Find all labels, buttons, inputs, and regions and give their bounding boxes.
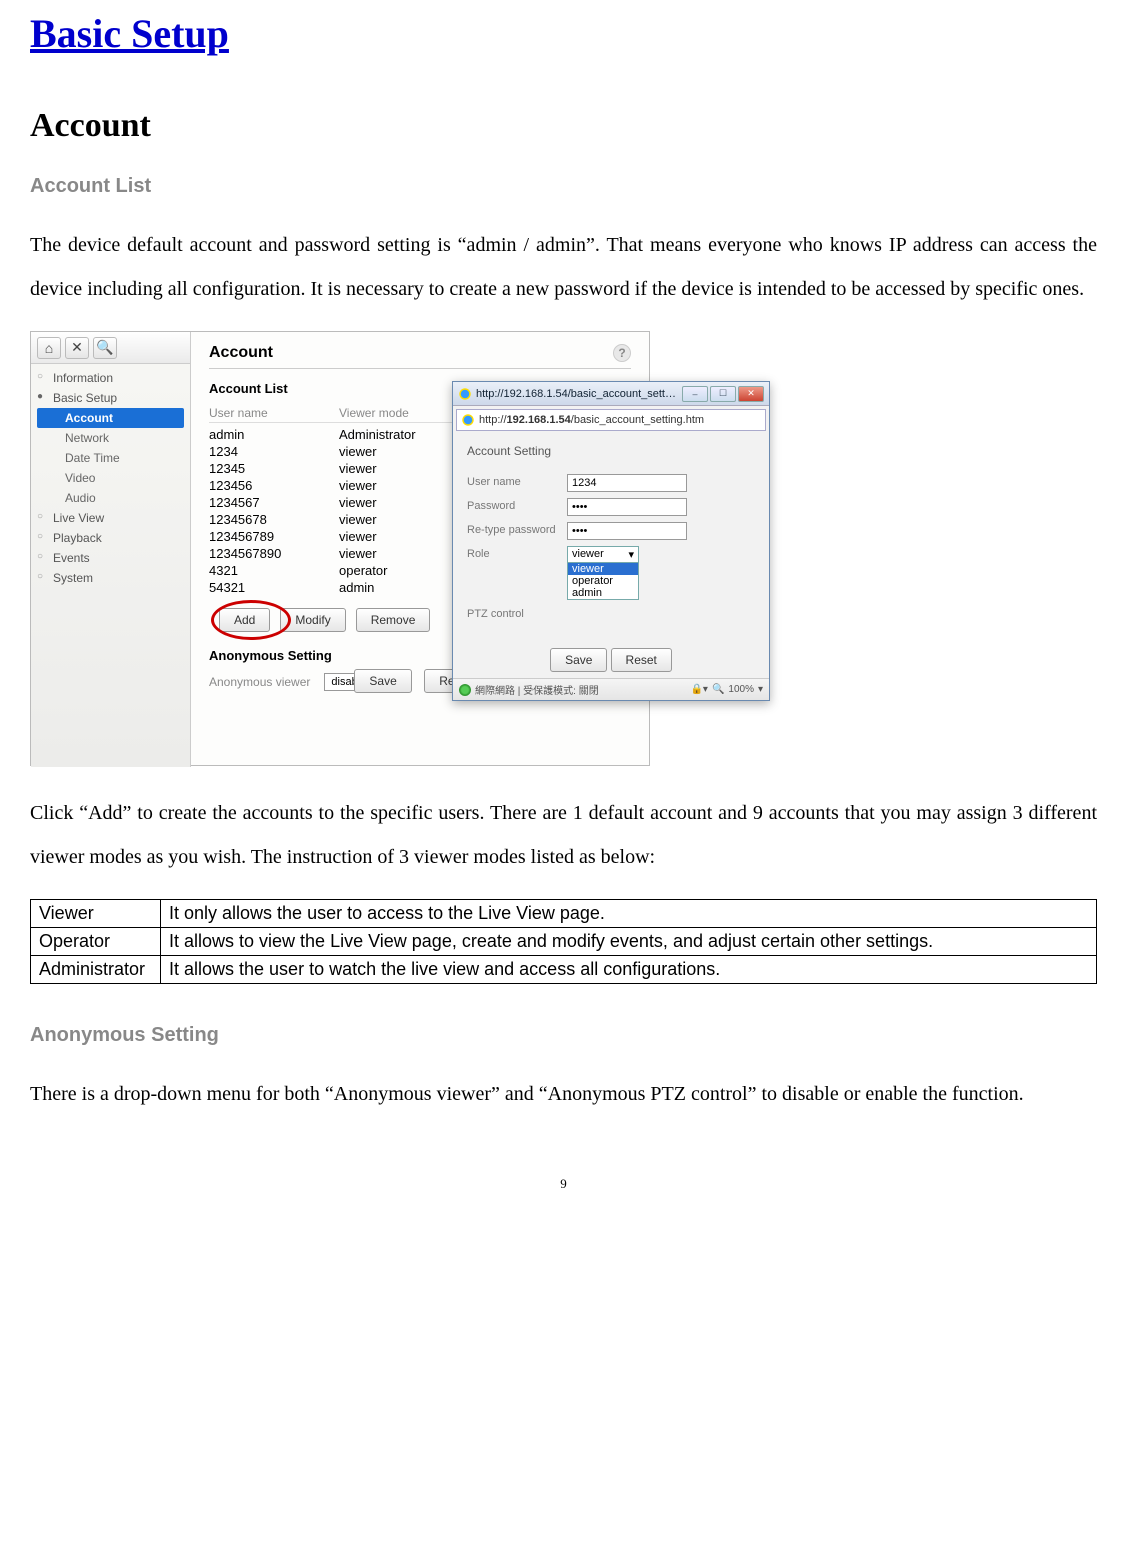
section-heading: Account — [30, 107, 1097, 145]
role-table: Viewer It only allows the user to access… — [30, 899, 1097, 984]
cell-mode: admin — [339, 580, 374, 595]
ptz-label: PTZ control — [467, 606, 567, 620]
cell-mode: viewer — [339, 546, 377, 561]
sidebar-toolbar: ⌂ ✕ 🔍 — [31, 332, 190, 364]
password-label: Password — [467, 498, 567, 512]
chevron-down-icon: ▾ — [628, 548, 634, 561]
role-selected-text: viewer — [572, 548, 604, 561]
subsection-anonymous: Anonymous Setting — [30, 1024, 1097, 1047]
popup-titlebar-text: http://192.168.1.54/basic_account_settin… — [476, 388, 678, 400]
retype-field[interactable]: •••• — [567, 522, 687, 540]
sidebar-item-system[interactable]: System — [31, 568, 190, 588]
col-viewermode: Viewer mode — [339, 406, 409, 420]
sidebar-sub-video[interactable]: Video — [31, 468, 190, 488]
username-field[interactable]: 1234 — [567, 474, 687, 492]
role-option-admin[interactable]: admin — [568, 587, 638, 599]
popup-urlbar[interactable]: http://192.168.1.54/basic_account_settin… — [456, 409, 766, 431]
password-field[interactable]: •••• — [567, 498, 687, 516]
search-icon[interactable]: 🔍 — [93, 337, 117, 359]
chevron-down-icon[interactable]: ▾ — [758, 684, 763, 695]
sidebar-sub-datetime[interactable]: Date Time — [31, 448, 190, 468]
close-icon[interactable]: ✕ — [738, 386, 764, 402]
col-username: User name — [209, 406, 339, 420]
cell-mode: viewer — [339, 495, 377, 510]
page-number: 9 — [30, 1176, 1097, 1192]
sidebar-item-information[interactable]: Information — [31, 368, 190, 388]
page-title: Basic Setup — [30, 10, 1097, 57]
cell-mode: viewer — [339, 512, 377, 527]
screenshot-composite: ⌂ ✕ 🔍 Information Basic Setup Account Ne… — [30, 331, 650, 771]
sidebar-sub-network[interactable]: Network — [31, 428, 190, 448]
zoom-icon[interactable]: 🔍 — [712, 684, 724, 695]
role-label: Role — [467, 546, 567, 560]
cell-user: 4321 — [209, 563, 339, 578]
paragraph-intro: The device default account and password … — [30, 223, 1097, 311]
table-row: Viewer It only allows the user to access… — [31, 900, 1097, 928]
role-cell: Viewer — [31, 900, 161, 928]
username-label: User name — [467, 474, 567, 488]
cell-mode: viewer — [339, 478, 377, 493]
save-button[interactable]: Save — [354, 669, 411, 693]
role-cell: Operator — [31, 928, 161, 956]
tools-icon[interactable]: ✕ — [65, 337, 89, 359]
sidebar-item-events[interactable]: Events — [31, 548, 190, 568]
cell-user: 123456 — [209, 478, 339, 493]
status-text: 網際網路 | 受保護模式: 關閉 — [475, 682, 599, 697]
cell-user: 12345 — [209, 461, 339, 476]
table-row: Administrator It allows the user to watc… — [31, 956, 1097, 984]
globe-icon — [459, 684, 471, 696]
sidebar-sub-audio[interactable]: Audio — [31, 488, 190, 508]
popup-window: http://192.168.1.54/basic_account_settin… — [452, 381, 770, 701]
cell-mode: viewer — [339, 444, 377, 459]
cell-mode: viewer — [339, 529, 377, 544]
zoom-text: 100% — [728, 684, 754, 695]
cell-user: 1234567 — [209, 495, 339, 510]
desc-cell: It allows to view the Live View page, cr… — [161, 928, 1097, 956]
table-row: Operator It allows to view the Live View… — [31, 928, 1097, 956]
sidebar-list: Information Basic Setup Account Network … — [31, 364, 190, 592]
popup-reset-button[interactable]: Reset — [611, 648, 672, 672]
desc-cell: It only allows the user to access to the… — [161, 900, 1097, 928]
popup-url: http://192.168.1.54/basic_account_settin… — [479, 414, 704, 426]
sidebar: ⌂ ✕ 🔍 Information Basic Setup Account Ne… — [31, 332, 191, 767]
ie-icon — [461, 413, 475, 427]
cell-user: admin — [209, 427, 339, 442]
popup-statusbar: 網際網路 | 受保護模式: 關閉 🔒▾ 🔍 100% ▾ — [453, 678, 769, 700]
role-select[interactable]: viewer ▾ viewer operator admin — [567, 546, 639, 600]
subsection-account-list: Account List — [30, 175, 1097, 198]
help-icon[interactable]: ? — [613, 344, 631, 362]
role-cell: Administrator — [31, 956, 161, 984]
cell-user: 1234 — [209, 444, 339, 459]
cell-mode: operator — [339, 563, 387, 578]
maximize-icon[interactable]: ☐ — [710, 386, 736, 402]
popup-save-button[interactable]: Save — [550, 648, 607, 672]
ie-icon — [458, 387, 472, 401]
role-option-viewer[interactable]: viewer — [568, 563, 638, 575]
cell-user: 1234567890 — [209, 546, 339, 561]
content-title-text: Account — [209, 344, 273, 362]
home-icon[interactable]: ⌂ — [37, 337, 61, 359]
sidebar-item-basic-setup[interactable]: Basic Setup — [31, 388, 190, 408]
cell-user: 12345678 — [209, 512, 339, 527]
desc-cell: It allows the user to watch the live vie… — [161, 956, 1097, 984]
cell-mode: Administrator — [339, 427, 416, 442]
sidebar-item-playback[interactable]: Playback — [31, 528, 190, 548]
remove-button[interactable]: Remove — [356, 608, 431, 632]
cell-user: 54321 — [209, 580, 339, 595]
security-icon[interactable]: 🔒▾ — [690, 684, 707, 695]
sidebar-item-liveview[interactable]: Live View — [31, 508, 190, 528]
cell-mode: viewer — [339, 461, 377, 476]
popup-heading: Account Setting — [467, 444, 755, 464]
add-button[interactable]: Add — [219, 608, 270, 632]
retype-label: Re-type password — [467, 522, 567, 536]
sidebar-sub-account[interactable]: Account — [37, 408, 184, 428]
cell-user: 123456789 — [209, 529, 339, 544]
role-option-operator[interactable]: operator — [568, 575, 638, 587]
paragraph-add-desc: Click “Add” to create the accounts to th… — [30, 791, 1097, 879]
minimize-icon[interactable]: – — [682, 386, 708, 402]
popup-titlebar[interactable]: http://192.168.1.54/basic_account_settin… — [453, 382, 769, 406]
paragraph-anonymous: There is a drop-down menu for both “Anon… — [30, 1072, 1097, 1116]
